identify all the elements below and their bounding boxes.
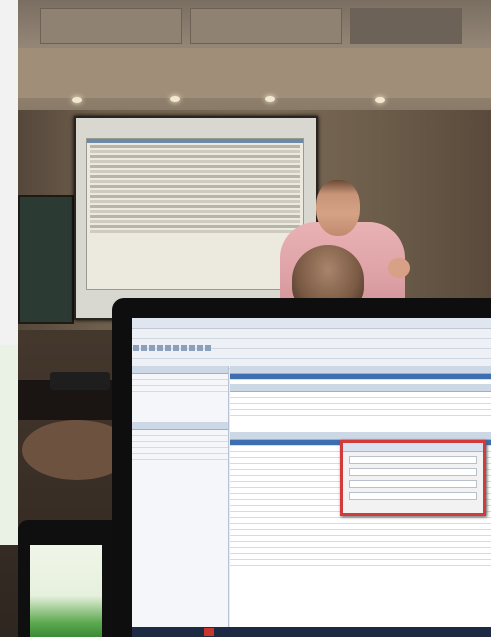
projected-row	[90, 225, 300, 228]
ceiling-panel	[40, 8, 182, 44]
taskbar-app-icon	[204, 628, 214, 636]
projected-row	[90, 165, 300, 168]
projected-row	[90, 175, 300, 178]
projected-row	[90, 170, 300, 173]
laptop-menu-bar	[132, 329, 491, 339]
tablet-screen	[30, 545, 102, 637]
ceiling-light-icon	[265, 96, 275, 102]
toolbar-icon	[141, 345, 147, 351]
wall-artwork	[18, 195, 74, 324]
dialog-field	[349, 480, 477, 488]
projected-row	[90, 160, 300, 163]
laptop-taskbar	[132, 627, 491, 637]
projected-row	[90, 215, 300, 218]
ceiling-light-icon	[72, 97, 82, 103]
toolbar-icon	[173, 345, 179, 351]
sidebar-tree-item	[132, 454, 228, 460]
presenter-hand	[388, 258, 410, 278]
projected-row	[90, 150, 300, 153]
toolbar-icon	[165, 345, 171, 351]
ceiling-soffit	[18, 48, 491, 98]
dialog-field	[349, 456, 477, 464]
left-white-panel	[0, 0, 18, 345]
projected-row	[90, 180, 300, 183]
grid-row	[230, 560, 491, 566]
projected-row	[90, 185, 300, 188]
ceiling-light-icon	[170, 96, 180, 102]
projected-row	[90, 190, 300, 193]
grid-row-selected	[230, 374, 491, 380]
projector-device	[50, 372, 110, 390]
grid-header	[230, 384, 491, 392]
dialog-field	[349, 492, 477, 500]
toolbar-icon	[205, 345, 211, 351]
laptop-window-title-bar	[132, 318, 491, 329]
toolbar-icon	[157, 345, 163, 351]
grid-header	[230, 432, 491, 440]
grid-row	[230, 410, 491, 416]
sidebar-header	[132, 422, 228, 430]
projected-row	[90, 200, 300, 203]
laptop-screen	[132, 318, 491, 637]
presentation-room-photo	[0, 0, 491, 637]
projected-row	[90, 230, 300, 233]
laptop-sidebar-panel	[132, 366, 229, 637]
sidebar-header	[132, 366, 228, 374]
projected-title-bar	[87, 139, 303, 143]
laptop-toolbar	[132, 339, 491, 351]
toolbar-icon	[189, 345, 195, 351]
toolbar-icon	[149, 345, 155, 351]
projected-row	[90, 195, 300, 198]
toolbar-icon	[197, 345, 203, 351]
projected-row	[90, 205, 300, 208]
dialog-title-bar	[343, 443, 483, 452]
projected-row	[90, 155, 300, 158]
toolbar-icon	[133, 345, 139, 351]
left-window-glare	[0, 345, 18, 545]
toolbar-icon	[181, 345, 187, 351]
grid-header	[230, 366, 491, 374]
projected-row	[90, 220, 300, 223]
ceiling-vent	[350, 8, 462, 44]
dialog-field	[349, 468, 477, 476]
ceiling-panel	[190, 8, 342, 44]
projected-row	[90, 145, 300, 148]
laptop-dialog-box	[340, 440, 486, 516]
sidebar-row	[132, 386, 228, 392]
projected-application-window	[86, 138, 304, 290]
projected-row	[90, 210, 300, 213]
ceiling	[0, 0, 491, 110]
presenter-head	[316, 180, 360, 236]
ceiling-light-icon	[375, 97, 385, 103]
